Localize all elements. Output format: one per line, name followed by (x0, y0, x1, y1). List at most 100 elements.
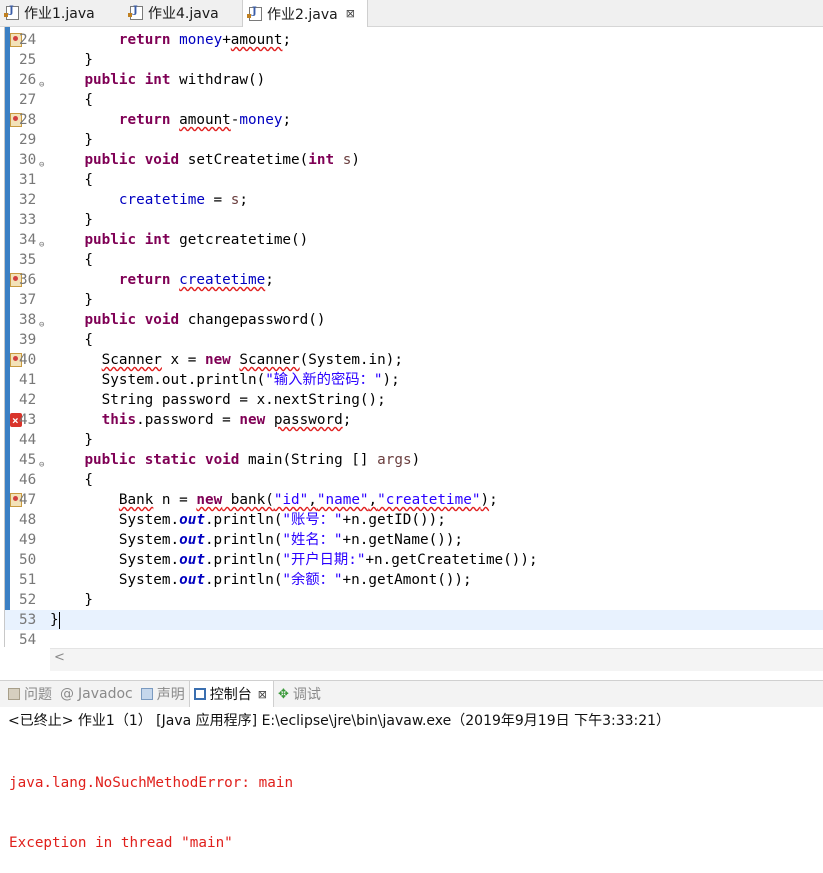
console-icon (193, 688, 206, 700)
line-number: 38 (19, 312, 37, 328)
code-line[interactable]: 46 { (5, 470, 823, 490)
line-number: 54 (19, 632, 37, 648)
code-line[interactable]: 52 } (5, 590, 823, 610)
editor-tab-bar: 作业1.java 作业4.java 作业2.java ⊠ (0, 0, 823, 27)
line-number: 53 (19, 612, 37, 628)
code-line[interactable]: 33 } (5, 210, 823, 230)
tab-declaration[interactable]: 声明 (137, 681, 189, 707)
tab-label: 声明 (156, 687, 185, 703)
line-number: 35 (19, 252, 37, 268)
horizontal-scrollbar[interactable]: < (50, 648, 823, 671)
code-line[interactable]: 49 System.out.println("姓名："+n.getName())… (5, 530, 823, 550)
code-text: this.password = new password; (101, 412, 352, 428)
line-number: 50 (19, 552, 37, 568)
tab-debug[interactable]: ✥ 调试 (274, 681, 325, 707)
line-number: 26 (19, 72, 37, 88)
close-icon[interactable]: ⊠ (258, 688, 267, 701)
code-editor[interactable]: 24 return money+amount; 25 } 26 ⊖ public in… (4, 27, 823, 650)
code-line[interactable]: 44 } (5, 430, 823, 450)
line-number: 36 (19, 272, 37, 288)
code-text: Bank n = new bank("id","name","createtim… (118, 492, 498, 508)
code-line[interactable]: 31 { (5, 170, 823, 190)
tab-console[interactable]: 控制台 ⊠ (188, 681, 274, 707)
tab-label: 问题 (24, 687, 52, 703)
java-file-icon (247, 6, 262, 21)
code-text: } (50, 212, 94, 228)
code-text: System.out.println("姓名："+n.getName()); (50, 532, 464, 548)
code-line[interactable]: 30 ⊖ public void setCreatetime(int s) (5, 150, 823, 170)
code-line[interactable]: 37 } (5, 290, 823, 310)
code-text: Scanner x = new Scanner(System.in); (101, 352, 403, 368)
line-number: 29 (19, 132, 37, 148)
code-line[interactable]: 41 System.out.println("输入新的密码："); (5, 370, 823, 390)
code-line[interactable]: 29 } (5, 130, 823, 150)
debug-icon: ✥ (277, 686, 289, 702)
code-text: public static void main(String [] args) (84, 452, 421, 468)
line-number: 46 (19, 472, 37, 488)
code-line[interactable]: 54 (5, 630, 823, 650)
code-text: public int getcreatetime() (84, 232, 309, 248)
line-number: 34 (19, 232, 37, 248)
line-number: 30 (19, 152, 37, 168)
close-icon[interactable]: ⊠ (346, 7, 355, 20)
code-line[interactable]: 43 this.password = new password; (5, 410, 823, 431)
code-line[interactable]: 51 System.out.println("余额："+n.getAmont()… (5, 570, 823, 590)
tab-homework4[interactable]: 作业4.java (124, 0, 242, 26)
code-line[interactable]: 39 { (5, 330, 823, 350)
code-text: public void changepassword() (84, 312, 326, 328)
line-number: 31 (19, 172, 37, 188)
code-text: public int withdraw() (84, 72, 266, 88)
code-line[interactable]: 42 String password = x.nextString(); (5, 390, 823, 410)
line-number: 42 (19, 392, 37, 408)
code-line[interactable]: 24 return money+amount; (5, 30, 823, 50)
console-output[interactable]: java.lang.NoSuchMethodError: main Except… (9, 733, 293, 873)
code-line[interactable]: 48 System.out.println("账号："+n.getID()); (5, 510, 823, 530)
tab-label: 调试 (292, 687, 321, 703)
code-text: } (50, 611, 60, 629)
code-text: } (50, 52, 94, 68)
code-line[interactable]: 27 { (5, 90, 823, 110)
tab-label: 作业1.java (24, 6, 95, 22)
code-line[interactable]: 40 Scanner x = new Scanner(System.in); (5, 350, 823, 370)
code-text: { (50, 172, 94, 188)
code-line[interactable]: 25 } (5, 50, 823, 70)
code-text: return amount-money; (118, 112, 292, 128)
code-line[interactable]: 35 { (5, 250, 823, 270)
code-line[interactable]: 28 return amount-money; (5, 110, 823, 130)
tab-problems[interactable]: 问题 (4, 681, 56, 707)
line-number: 25 (19, 52, 37, 68)
code-line[interactable]: 38 ⊖ public void changepassword() (5, 310, 823, 330)
tab-label: 作业2.java (267, 6, 338, 23)
console-output-line: Exception in thread "main" (9, 835, 233, 851)
line-number: 49 (19, 532, 37, 548)
code-text: { (50, 332, 94, 348)
line-number: 28 (19, 112, 37, 128)
code-text: String password = x.nextString(); (50, 392, 386, 408)
tab-homework2[interactable]: 作业2.java ⊠ (242, 0, 368, 27)
code-line[interactable]: 53} (5, 610, 823, 630)
tab-label: Javadoc (78, 686, 133, 702)
code-text: createtime = s; (118, 192, 248, 208)
line-number: 37 (19, 292, 37, 308)
code-text: { (50, 252, 94, 268)
code-line[interactable]: 36 return createtime; (5, 270, 823, 290)
code-text: System.out.println("账号："+n.getID()); (50, 512, 446, 528)
tab-javadoc[interactable]: @ Javadoc (56, 681, 137, 707)
tab-homework1[interactable]: 作业1.java (0, 0, 118, 26)
code-line[interactable]: 32 createtime = s; (5, 190, 823, 210)
code-line[interactable]: 34 ⊖ public int getcreatetime() (5, 230, 823, 250)
console-status-line: <已终止> 作业1（1） [Java 应用程序] E:\eclipse\jre\… (8, 713, 671, 729)
code-text: } (50, 292, 94, 308)
code-line[interactable]: 45 ⊖ public static void main(String [] ar… (5, 450, 823, 470)
code-line[interactable]: 50 System.out.println("开户日期:"+n.getCreat… (5, 550, 823, 570)
code-text: System.out.println("输入新的密码："); (50, 372, 400, 388)
scroll-left-icon[interactable]: < (54, 650, 65, 665)
code-line[interactable]: 47 Bank n = new bank("id","name","create… (5, 490, 823, 510)
line-number: 40 (19, 352, 37, 368)
tab-label: 控制台 (209, 687, 252, 703)
code-line[interactable]: 26 ⊖ public int withdraw() (5, 70, 823, 90)
line-number: 47 (19, 492, 37, 508)
line-number: 32 (19, 192, 37, 208)
declaration-icon (140, 688, 153, 700)
javadoc-icon: @ (60, 686, 74, 702)
